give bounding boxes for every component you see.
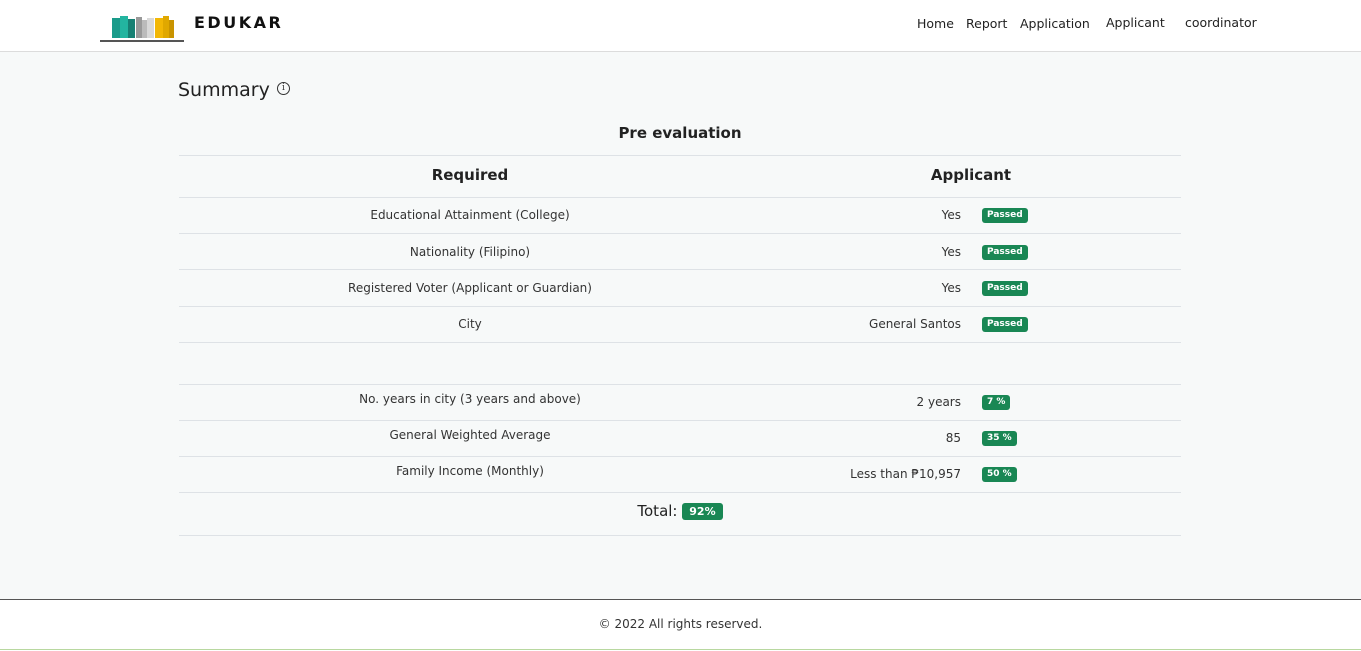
top-navbar: EDUKAR Home Report Application Applicant… (0, 0, 1361, 52)
books-logo (100, 10, 184, 42)
criteria-label: Family Income (Monthly) (396, 464, 544, 478)
page-title: Summary (178, 79, 270, 101)
table-divider (179, 342, 1181, 343)
nav-user-coordinator[interactable]: coordinator (1185, 15, 1257, 30)
requirement-label: Registered Voter (Applicant or Guardian) (348, 281, 592, 295)
column-header-applicant: Applicant (930, 166, 1012, 184)
info-icon[interactable]: i (277, 82, 290, 95)
passed-badge: Passed (982, 281, 1028, 296)
requirement-label: Educational Attainment (College) (370, 208, 570, 222)
criteria-label: General Weighted Average (389, 428, 551, 442)
column-header-required: Required (431, 166, 509, 184)
passed-badge: Passed (982, 245, 1028, 260)
requirement-label: Nationality (Filipino) (409, 245, 531, 259)
table-divider (179, 420, 1181, 421)
total-label: Total: (637, 502, 678, 520)
criteria-value: Less than ₱10,957 (850, 467, 961, 481)
brand-name: EDUKAR (194, 13, 284, 32)
percent-badge: 50 % (982, 467, 1017, 482)
copyright-text: © 2022 All rights reserved. (598, 617, 763, 631)
table-divider (179, 306, 1181, 307)
section-title: Pre evaluation (618, 124, 742, 142)
passed-badge: Passed (982, 208, 1028, 223)
table-divider (179, 197, 1181, 198)
percent-badge: 7 % (982, 395, 1011, 410)
total-row: Total: 92% (179, 502, 1181, 520)
percent-badge: 35 % (982, 431, 1017, 446)
criteria-label: No. years in city (3 years and above) (359, 392, 581, 406)
requirement-value: Yes (941, 281, 961, 295)
requirement-value: Yes (941, 245, 961, 259)
requirement-value: General Santos (869, 317, 961, 331)
table-divider (179, 384, 1181, 385)
brand[interactable]: EDUKAR (100, 8, 281, 44)
table-divider (179, 456, 1181, 457)
requirement-value: Yes (941, 208, 961, 222)
total-badge: 92% (682, 503, 723, 520)
table-divider (179, 492, 1181, 493)
table-divider (179, 535, 1181, 536)
criteria-value: 85 (945, 431, 961, 445)
nav-applicant[interactable]: Applicant (1106, 15, 1165, 30)
passed-badge: Passed (982, 317, 1028, 332)
criteria-value: 2 years (916, 395, 961, 409)
table-divider (179, 155, 1181, 156)
nav-home[interactable]: Home (917, 16, 954, 31)
table-divider (179, 269, 1181, 270)
footer: © 2022 All rights reserved. (0, 599, 1361, 651)
table-divider (179, 233, 1181, 234)
nav-application[interactable]: Application (1020, 16, 1090, 31)
nav-report[interactable]: Report (966, 16, 1007, 31)
requirement-label: City (458, 317, 482, 331)
